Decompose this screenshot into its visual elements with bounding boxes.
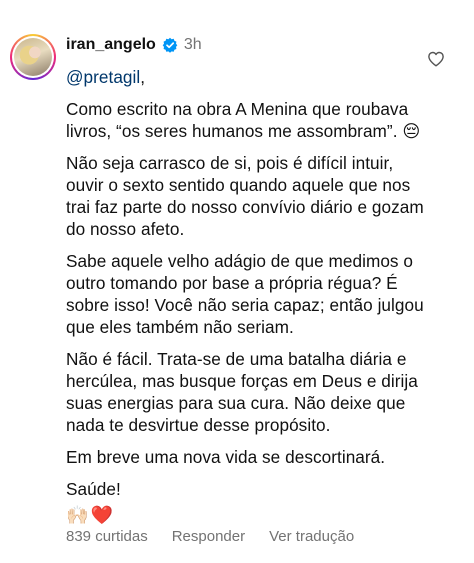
likes-count[interactable]: 839 curtidas xyxy=(66,528,148,545)
comment-item: iran_angelo 3h @pretagil, Como escrito n… xyxy=(0,0,474,563)
see-translation-button[interactable]: Ver tradução xyxy=(269,528,354,545)
comment-body: @pretagil, Como escrito na obra A Menina… xyxy=(66,66,426,526)
comment-paragraph-4: Não é fácil. Trata-se de uma batalha diá… xyxy=(66,349,418,435)
comment-paragraph-6: Saúde! xyxy=(66,479,121,499)
avatar[interactable] xyxy=(10,34,56,80)
emoji-row: 🙌🏻 ❤️ xyxy=(66,504,426,526)
heart-outline-icon[interactable] xyxy=(427,50,445,68)
comment-paragraph-1: Como escrito na obra A Menina que roubav… xyxy=(66,99,421,141)
avatar-photo xyxy=(14,38,52,76)
comment-header: iran_angelo 3h xyxy=(66,34,202,56)
avatar-ring-inner xyxy=(12,36,54,78)
reply-button[interactable]: Responder xyxy=(172,528,245,545)
comment-paragraph-5: Em breve uma nova vida se descortinará. xyxy=(66,447,386,467)
comment-paragraph-2: Não seja carrasco de si, pois é difícil … xyxy=(66,153,424,239)
comment-time: 3h xyxy=(183,36,202,53)
comment-paragraph-3: Sabe aquele velho adágio de que medimos … xyxy=(66,251,424,337)
mention-suffix: , xyxy=(140,67,146,87)
comment-footer: 839 curtidas Responder Ver tradução xyxy=(66,528,354,545)
raised-hands-emoji-icon: 🙌🏻 xyxy=(66,505,89,525)
red-heart-emoji-icon: ❤️ xyxy=(90,505,113,525)
mention-link[interactable]: @pretagil xyxy=(66,67,140,87)
verified-badge-icon xyxy=(162,37,178,53)
username[interactable]: iran_angelo xyxy=(66,36,156,54)
mention-line: @pretagil, xyxy=(66,66,426,88)
